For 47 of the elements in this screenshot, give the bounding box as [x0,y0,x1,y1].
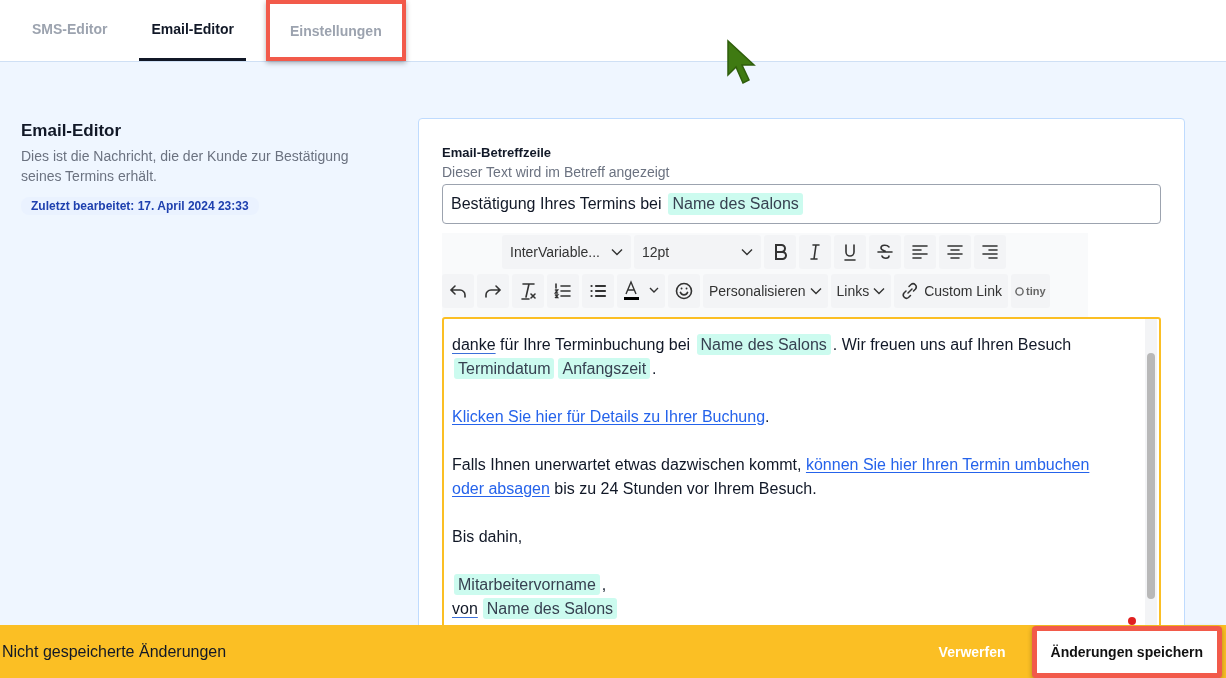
emoji-button[interactable] [668,274,700,308]
bullet-list-button[interactable] [582,274,614,308]
paragraph: Mitarbeitervorname , von Name des Salons [452,573,1137,621]
scrollbar[interactable] [1145,319,1157,625]
emoji-icon [673,280,695,302]
align-left-button[interactable] [904,235,936,269]
clear-format-button[interactable] [512,274,544,308]
undo-button[interactable] [442,274,474,308]
caret-icon [873,287,886,295]
align-right-button[interactable] [974,235,1006,269]
marker-dot [1128,617,1136,625]
numbered-list-button[interactable] [547,274,579,308]
redo-button[interactable] [477,274,509,308]
field-hint: Dieser Text wird im Betreff angezeigt [442,164,671,180]
link[interactable]: oder absagen [452,480,550,497]
text-color-button[interactable] [617,274,665,308]
menu-button[interactable]: Personalisieren [703,274,828,308]
tab[interactable]: Email-Editor [139,0,246,61]
caret-icon [611,248,623,256]
paragraph: Klicken Sie hier für Details zu Ihrer Buchung. [452,407,771,427]
section-description: Dies ist die Nachricht, die der Kunde zur Bestätigung seines Termins erhält. [21,147,350,186]
cursor-icon [726,39,758,87]
last-edited-badge: Zuletzt bearbeitet: 17. April 2024 23:33 [21,197,259,215]
dropdown[interactable]: InterVariable... [502,235,631,269]
bold-button[interactable] [764,235,796,269]
caret-icon [809,287,822,295]
link[interactable]: können Sie hier Ihren Termin umbuchen [805,456,1090,473]
subject-field[interactable]: Bestätigung Ihres Termins bei Name des Salons [442,184,1161,224]
field-label: Email-Betreffzeile [442,145,553,160]
paragraph: Bis dahin, [452,527,524,547]
caret-icon [741,248,753,256]
logo-button[interactable]: tiny [1011,274,1050,308]
unsaved-message: Nicht gespeicherte Änderungen [2,642,228,661]
paragraph: danke für Ihre Terminbuchung bei Name des Salons . Wir freuen uns auf Ihren Besuch Termindatum Anfangszeit . [452,333,1073,381]
italic-button[interactable] [799,235,831,269]
underline-button[interactable] [834,235,866,269]
custom-link-button[interactable]: Custom Link [894,274,1008,308]
text-color-icon [621,279,661,303]
section-title: Email-Editor [21,121,123,141]
save-button[interactable]: Änderungen speichern [1031,625,1222,678]
menu-button[interactable]: Links [830,274,892,308]
align-center-button[interactable] [939,235,971,269]
link[interactable]: Klicken Sie hier für Details zu Ihrer Buchung [452,408,766,425]
dropdown[interactable]: 12pt [634,235,761,269]
paragraph: Falls Ihnen unerwartet etwas dazwischen kommt, können Sie hier Ihren Termin umbuchen oder absagen bis zu 24 Stunden vor Ihrem Besuch. [452,455,1091,499]
strike-button[interactable] [869,235,901,269]
logo-icon [1015,286,1024,296]
